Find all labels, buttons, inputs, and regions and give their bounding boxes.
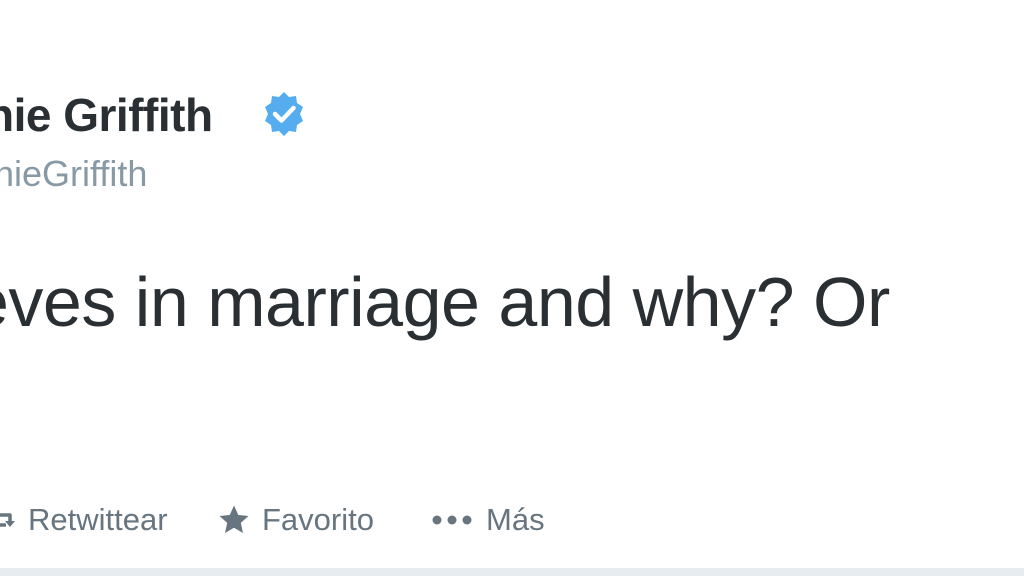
favorite-label: Favorito bbox=[262, 502, 374, 537]
tweet-actions: Retwittear Favorito Más bbox=[0, 498, 1024, 542]
author-handle[interactable]: nieGriffith bbox=[0, 153, 147, 195]
retweet-icon bbox=[0, 513, 15, 527]
more-button[interactable]: Más bbox=[432, 498, 545, 542]
retweet-label: Retwittear bbox=[28, 502, 168, 537]
verified-badge-icon bbox=[265, 92, 303, 136]
retweet-button[interactable]: Retwittear bbox=[0, 498, 168, 542]
bottom-divider bbox=[0, 568, 1024, 576]
tweet-page: nie Griffith nieGriffith eves in marriag… bbox=[0, 0, 1024, 576]
star-icon bbox=[219, 505, 249, 533]
favorite-button[interactable]: Favorito bbox=[218, 498, 374, 542]
more-label: Más bbox=[486, 502, 545, 537]
author-display-name[interactable]: nie Griffith bbox=[0, 88, 213, 142]
ellipsis-icon bbox=[432, 515, 472, 525]
tweet-text: eves in marriage and why? Or bbox=[0, 263, 890, 341]
